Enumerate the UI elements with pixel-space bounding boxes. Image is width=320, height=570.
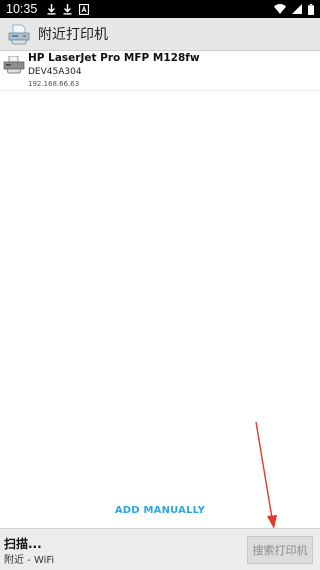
system-icons	[274, 3, 314, 15]
search-printers-button[interactable]: 搜索打印机	[247, 536, 313, 564]
a-badge-icon	[79, 3, 90, 15]
download-icon	[47, 3, 56, 15]
download-icon	[63, 3, 72, 15]
wifi-icon	[274, 4, 286, 14]
status-time: 10:35	[6, 2, 38, 16]
bottom-status-bar: 扫描... 附近 - WiFi 搜索打印机	[0, 528, 320, 570]
printer-list-item[interactable]: HP LaserJet Pro MFP M128fw DEV45A304 192…	[0, 50, 320, 91]
app-header: 附近打印机	[0, 18, 320, 51]
printer-name: HP LaserJet Pro MFP M128fw	[28, 52, 200, 64]
status-bar: 10:35	[0, 0, 320, 18]
scan-status-subtitle: 附近 - WiFi	[4, 555, 55, 566]
page-title: 附近打印机	[38, 27, 108, 43]
printer-model: DEV45A304	[28, 67, 82, 77]
battery-icon	[308, 3, 314, 15]
annotation-arrow	[255, 421, 277, 529]
scan-status-title: 扫描...	[4, 537, 42, 551]
printer-ip-address: 192.168.66.63	[28, 80, 80, 88]
printer-icon	[8, 23, 30, 45]
printer-icon	[3, 55, 25, 74]
notification-icons	[47, 3, 90, 15]
signal-icon	[292, 4, 302, 14]
